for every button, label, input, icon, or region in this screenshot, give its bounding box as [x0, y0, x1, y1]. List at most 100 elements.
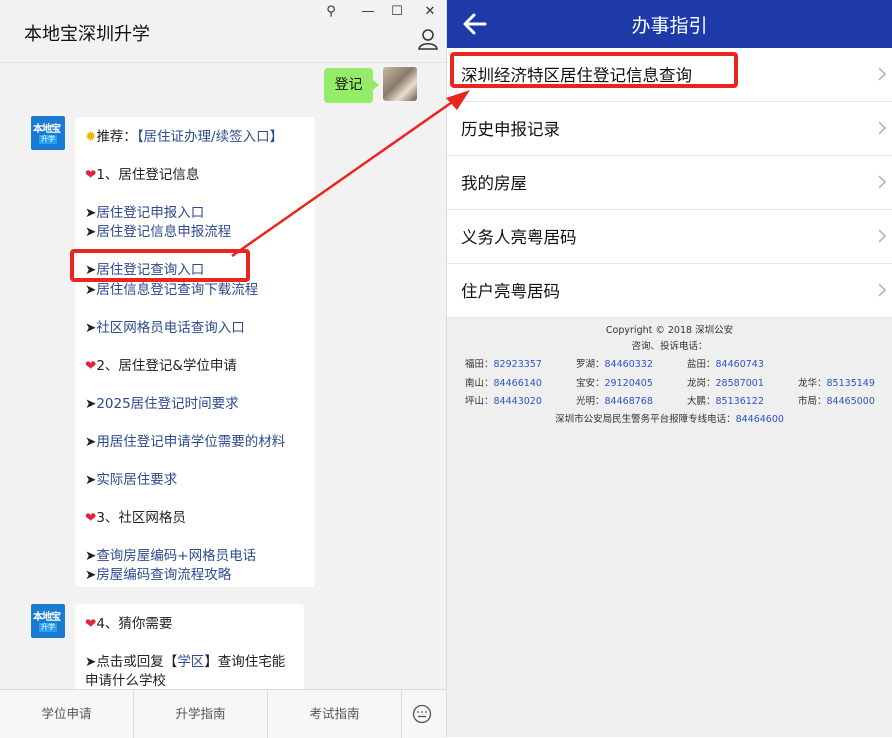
hotline-entry: 坪山：84443020: [465, 393, 542, 407]
phone-link[interactable]: 85136122: [716, 396, 764, 407]
menu-label: 住户亮粤居码: [461, 282, 560, 301]
arrow-icon: ➤: [85, 320, 97, 336]
phone-link[interactable]: 84465000: [827, 396, 875, 407]
phone-link[interactable]: 84468768: [605, 396, 653, 407]
district-label: 龙华：: [798, 378, 827, 389]
district-label: 大鹏：: [687, 396, 716, 407]
phone-link[interactable]: 28587001: [716, 378, 764, 389]
hint-line2: 申请什么学校: [85, 673, 166, 689]
residence-download-link[interactable]: ➤居住信息登记查询下载流程: [85, 278, 258, 298]
menu-my-house[interactable]: 我的房屋: [447, 156, 892, 210]
chevron-right-icon: [878, 121, 887, 135]
section-heading: ❤4、猜你需要: [85, 612, 172, 632]
actual-residence-link[interactable]: ➤实际居住要求: [85, 468, 177, 488]
menu-history-records[interactable]: 历史申报记录: [447, 102, 892, 156]
chat-title: 本地宝深圳升学: [24, 24, 150, 45]
menu-residence-info-query[interactable]: 深圳经济特区居住登记信息查询: [447, 48, 892, 102]
district-label: 市局：: [798, 396, 827, 407]
tab-school-guide[interactable]: 升学指南: [134, 690, 267, 738]
arrow-icon: ➤: [85, 224, 97, 240]
district-label: 罗湖：: [576, 359, 605, 370]
tab-exam-guide[interactable]: 考试指南: [268, 690, 401, 738]
menu-label: 深圳经济特区居住登记信息查询: [461, 66, 692, 85]
divider: [401, 690, 402, 738]
section-heading: ❤3、社区网格员: [85, 506, 186, 526]
chevron-right-icon: [878, 67, 887, 81]
tab-degree-apply[interactable]: 学位申请: [0, 690, 133, 738]
time-requirement-link[interactable]: ➤2025居住登记时间要求: [85, 392, 239, 412]
menu-label: 义务人亮粤居码: [461, 228, 577, 247]
school-district-link[interactable]: 学区: [177, 654, 204, 670]
chat-header: 本地宝深圳升学 ⚲ — ☐ ✕: [0, 0, 446, 63]
bot-avatar[interactable]: 本地宝 升学: [31, 116, 65, 150]
my-avatar[interactable]: [383, 67, 417, 101]
phone-link[interactable]: 84464600: [736, 414, 784, 425]
phone-link[interactable]: 84443020: [494, 396, 542, 407]
bot-avatar-sub: 升学: [39, 135, 57, 144]
grid-staff-link[interactable]: ➤社区网格员电话查询入口: [85, 316, 245, 336]
my-message-bubble[interactable]: 登记: [324, 68, 379, 103]
phone-link[interactable]: 82923357: [494, 359, 542, 370]
chevron-right-icon: [878, 229, 887, 243]
link-label: 居住登记申报入口: [96, 205, 205, 221]
heart-icon: ❤: [85, 167, 97, 183]
menu-obligor-code[interactable]: 义务人亮粤居码: [447, 210, 892, 264]
arrow-icon: ➤: [85, 205, 97, 221]
materials-link[interactable]: ➤用居住登记申请学位需要的材料: [85, 430, 285, 450]
link-label: 居住登记查询入口: [96, 262, 205, 278]
chevron-right-icon: [878, 175, 887, 189]
phone-link[interactable]: 29120405: [605, 378, 653, 389]
close-icon[interactable]: ✕: [421, 4, 439, 19]
house-code-link[interactable]: ➤查询房屋编码+网格员电话: [85, 544, 256, 564]
arrow-icon: ➤: [85, 396, 97, 412]
arrow-icon: ➤: [85, 434, 97, 450]
house-code-guide-link[interactable]: ➤房屋编码查询流程攻略: [85, 563, 231, 583]
link-label: 用居住登记申请学位需要的材料: [96, 434, 286, 450]
phone-link[interactable]: 84466140: [494, 378, 542, 389]
district-label: 福田：: [465, 359, 494, 370]
hotline-entry: 龙华：85135149: [798, 375, 875, 389]
arrow-icon: ➤: [85, 548, 97, 564]
heart-icon: ❤: [85, 616, 97, 632]
heart-icon: ❤: [85, 510, 97, 526]
minimize-icon[interactable]: —: [359, 4, 377, 19]
keyboard-icon[interactable]: [412, 704, 432, 724]
chat-message-list[interactable]: 登记 本地宝 升学 ✹推荐：【居住证办理/续签入口】 ❤1、居住登记信息 ➤居住…: [0, 63, 446, 689]
hotline-entry: 罗湖：84460332: [576, 356, 653, 370]
bot-avatar-text: 本地宝: [33, 124, 61, 135]
copyright-text: Copyright © 2018 深圳公安: [605, 325, 734, 336]
menu-resident-code[interactable]: 住户亮粤居码: [447, 264, 892, 318]
district-label: 宝安：: [576, 378, 605, 389]
hotline-entry: 龙岗：28587001: [687, 375, 764, 389]
hotline-entry: 宝安：29120405: [576, 375, 653, 389]
residence-apply-link[interactable]: ➤居住登记申报入口: [85, 201, 204, 221]
school-district-hint: ➤点击或回复【学区】查询住宅能: [85, 650, 285, 670]
arrow-icon: ➤: [85, 472, 97, 488]
district-label: 光明：: [576, 396, 605, 407]
phone-link[interactable]: 84460332: [605, 359, 653, 370]
arrow-icon: ➤: [85, 262, 97, 278]
hint-prefix: 点击或回复【: [96, 654, 178, 670]
residence-flow-link[interactable]: ➤居住登记信息申报流程: [85, 220, 231, 240]
residence-permit-link[interactable]: 【居住证办理/续签入口】: [137, 129, 283, 145]
bot-message-card: ❤4、猜你需要 ➤点击或回复【学区】查询住宅能 申请什么学校: [75, 604, 304, 689]
recommend-line: ✹推荐：【居住证办理/续签入口】: [85, 125, 283, 145]
maximize-icon[interactable]: ☐: [388, 4, 406, 19]
pin-icon[interactable]: ⚲: [322, 4, 340, 19]
hotline-entry: 光明：84468768: [576, 393, 653, 407]
recommend-prefix: 推荐：: [96, 129, 137, 145]
phone-link[interactable]: 84460743: [716, 359, 764, 370]
chat-window: 本地宝深圳升学 ⚲ — ☐ ✕ 登记 本地宝 升学 ✹推荐：【居住证办理/续签入…: [0, 0, 447, 738]
user-profile-icon[interactable]: [418, 28, 438, 50]
menu-label: 我的房屋: [461, 174, 527, 193]
link-label: 居住信息登记查询下载流程: [96, 282, 259, 298]
platform-hotline: 深圳市公安局民生警务平台报障专线电话：84464600: [447, 411, 892, 425]
bot-avatar-sub: 升学: [39, 623, 57, 632]
phone-link[interactable]: 85135149: [827, 378, 875, 389]
hotline-entry: 福田：82923357: [465, 356, 542, 370]
link-label: 房屋编码查询流程攻略: [96, 567, 232, 583]
bot-avatar[interactable]: 本地宝 升学: [31, 604, 65, 638]
hotline-entry: 盐田：84460743: [687, 356, 764, 370]
hint-suffix: 】查询住宅能: [204, 654, 286, 670]
residence-query-link[interactable]: ➤居住登记查询入口: [85, 258, 204, 278]
